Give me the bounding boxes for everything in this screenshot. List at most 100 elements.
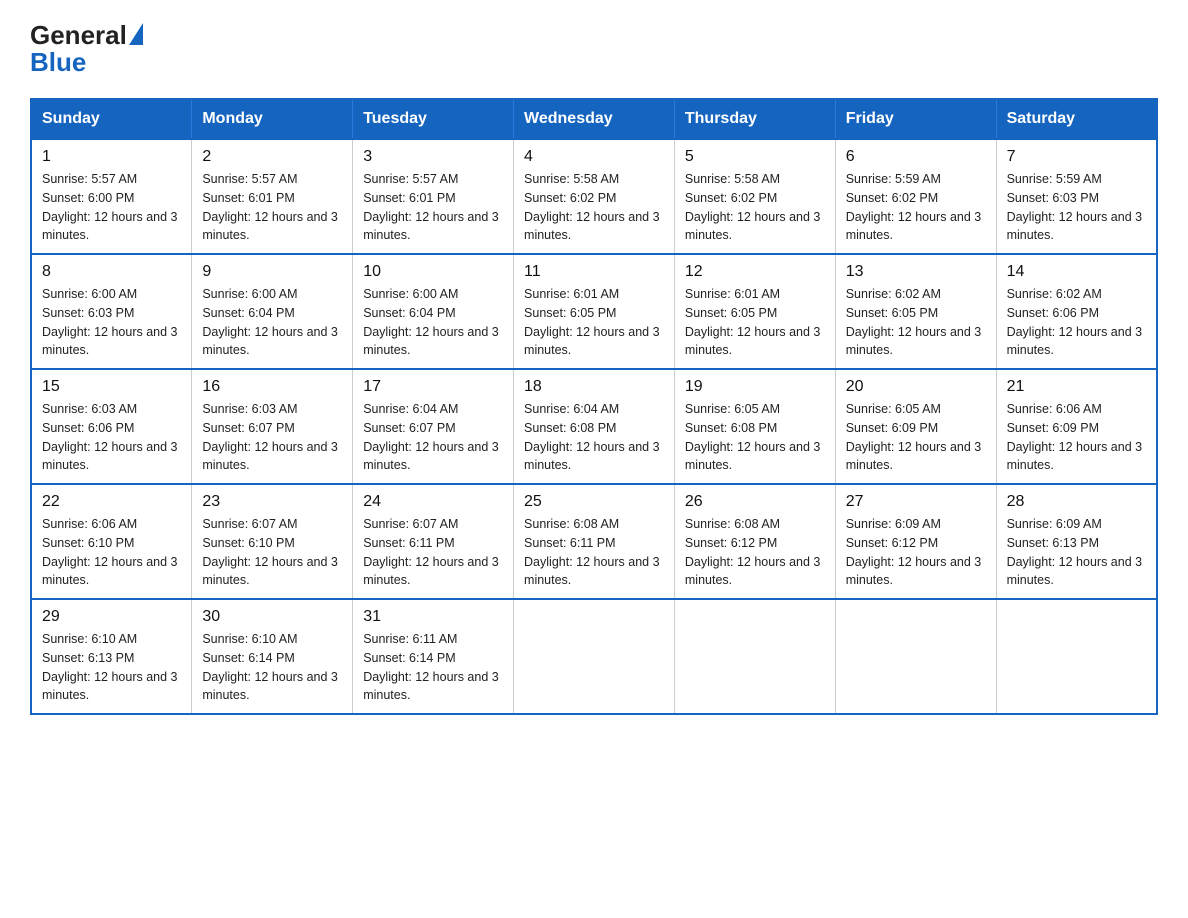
calendar-cell: 5 Sunrise: 5:58 AM Sunset: 6:02 PM Dayli… bbox=[674, 139, 835, 254]
calendar-cell: 6 Sunrise: 5:59 AM Sunset: 6:02 PM Dayli… bbox=[835, 139, 996, 254]
col-sunday: Sunday bbox=[31, 99, 192, 139]
calendar-cell: 1 Sunrise: 5:57 AM Sunset: 6:00 PM Dayli… bbox=[31, 139, 192, 254]
calendar-cell: 26 Sunrise: 6:08 AM Sunset: 6:12 PM Dayl… bbox=[674, 484, 835, 599]
page-header: General Blue bbox=[30, 20, 1158, 78]
calendar-cell: 17 Sunrise: 6:04 AM Sunset: 6:07 PM Dayl… bbox=[353, 369, 514, 484]
day-number: 18 bbox=[524, 378, 664, 396]
calendar-cell: 21 Sunrise: 6:06 AM Sunset: 6:09 PM Dayl… bbox=[996, 369, 1157, 484]
col-saturday: Saturday bbox=[996, 99, 1157, 139]
day-number: 28 bbox=[1007, 493, 1146, 511]
calendar-cell: 2 Sunrise: 5:57 AM Sunset: 6:01 PM Dayli… bbox=[192, 139, 353, 254]
calendar-cell: 31 Sunrise: 6:11 AM Sunset: 6:14 PM Dayl… bbox=[353, 599, 514, 714]
day-info: Sunrise: 6:00 AM Sunset: 6:04 PM Dayligh… bbox=[363, 285, 503, 360]
day-info: Sunrise: 6:00 AM Sunset: 6:03 PM Dayligh… bbox=[42, 285, 181, 360]
calendar-cell bbox=[835, 599, 996, 714]
calendar-cell: 30 Sunrise: 6:10 AM Sunset: 6:14 PM Dayl… bbox=[192, 599, 353, 714]
calendar-cell: 12 Sunrise: 6:01 AM Sunset: 6:05 PM Dayl… bbox=[674, 254, 835, 369]
calendar-week-row: 22 Sunrise: 6:06 AM Sunset: 6:10 PM Dayl… bbox=[31, 484, 1157, 599]
calendar-cell bbox=[674, 599, 835, 714]
day-number: 13 bbox=[846, 263, 986, 281]
day-info: Sunrise: 6:06 AM Sunset: 6:10 PM Dayligh… bbox=[42, 515, 181, 590]
day-number: 26 bbox=[685, 493, 825, 511]
logo-triangle-icon bbox=[129, 23, 143, 45]
day-number: 15 bbox=[42, 378, 181, 396]
day-info: Sunrise: 6:00 AM Sunset: 6:04 PM Dayligh… bbox=[202, 285, 342, 360]
calendar-cell: 24 Sunrise: 6:07 AM Sunset: 6:11 PM Dayl… bbox=[353, 484, 514, 599]
day-info: Sunrise: 6:02 AM Sunset: 6:06 PM Dayligh… bbox=[1007, 285, 1146, 360]
calendar-cell: 13 Sunrise: 6:02 AM Sunset: 6:05 PM Dayl… bbox=[835, 254, 996, 369]
day-info: Sunrise: 6:04 AM Sunset: 6:08 PM Dayligh… bbox=[524, 400, 664, 475]
calendar-week-row: 1 Sunrise: 5:57 AM Sunset: 6:00 PM Dayli… bbox=[31, 139, 1157, 254]
calendar-cell: 11 Sunrise: 6:01 AM Sunset: 6:05 PM Dayl… bbox=[514, 254, 675, 369]
day-number: 16 bbox=[202, 378, 342, 396]
calendar-cell: 3 Sunrise: 5:57 AM Sunset: 6:01 PM Dayli… bbox=[353, 139, 514, 254]
day-info: Sunrise: 6:03 AM Sunset: 6:07 PM Dayligh… bbox=[202, 400, 342, 475]
calendar-cell: 15 Sunrise: 6:03 AM Sunset: 6:06 PM Dayl… bbox=[31, 369, 192, 484]
day-info: Sunrise: 5:58 AM Sunset: 6:02 PM Dayligh… bbox=[685, 170, 825, 245]
col-wednesday: Wednesday bbox=[514, 99, 675, 139]
day-number: 10 bbox=[363, 263, 503, 281]
day-info: Sunrise: 6:09 AM Sunset: 6:12 PM Dayligh… bbox=[846, 515, 986, 590]
day-number: 9 bbox=[202, 263, 342, 281]
calendar-cell: 9 Sunrise: 6:00 AM Sunset: 6:04 PM Dayli… bbox=[192, 254, 353, 369]
calendar-cell: 7 Sunrise: 5:59 AM Sunset: 6:03 PM Dayli… bbox=[996, 139, 1157, 254]
day-info: Sunrise: 5:57 AM Sunset: 6:01 PM Dayligh… bbox=[363, 170, 503, 245]
day-info: Sunrise: 6:08 AM Sunset: 6:12 PM Dayligh… bbox=[685, 515, 825, 590]
col-thursday: Thursday bbox=[674, 99, 835, 139]
day-info: Sunrise: 6:02 AM Sunset: 6:05 PM Dayligh… bbox=[846, 285, 986, 360]
calendar-cell: 22 Sunrise: 6:06 AM Sunset: 6:10 PM Dayl… bbox=[31, 484, 192, 599]
calendar-cell: 20 Sunrise: 6:05 AM Sunset: 6:09 PM Dayl… bbox=[835, 369, 996, 484]
col-friday: Friday bbox=[835, 99, 996, 139]
calendar-cell: 16 Sunrise: 6:03 AM Sunset: 6:07 PM Dayl… bbox=[192, 369, 353, 484]
day-number: 8 bbox=[42, 263, 181, 281]
calendar-cell: 18 Sunrise: 6:04 AM Sunset: 6:08 PM Dayl… bbox=[514, 369, 675, 484]
day-number: 17 bbox=[363, 378, 503, 396]
day-info: Sunrise: 6:10 AM Sunset: 6:13 PM Dayligh… bbox=[42, 630, 181, 705]
day-number: 4 bbox=[524, 148, 664, 166]
day-number: 1 bbox=[42, 148, 181, 166]
calendar-cell: 8 Sunrise: 6:00 AM Sunset: 6:03 PM Dayli… bbox=[31, 254, 192, 369]
day-number: 6 bbox=[846, 148, 986, 166]
day-number: 20 bbox=[846, 378, 986, 396]
day-info: Sunrise: 6:09 AM Sunset: 6:13 PM Dayligh… bbox=[1007, 515, 1146, 590]
day-number: 2 bbox=[202, 148, 342, 166]
day-info: Sunrise: 6:07 AM Sunset: 6:10 PM Dayligh… bbox=[202, 515, 342, 590]
calendar-cell: 10 Sunrise: 6:00 AM Sunset: 6:04 PM Dayl… bbox=[353, 254, 514, 369]
calendar-cell: 4 Sunrise: 5:58 AM Sunset: 6:02 PM Dayli… bbox=[514, 139, 675, 254]
day-info: Sunrise: 6:04 AM Sunset: 6:07 PM Dayligh… bbox=[363, 400, 503, 475]
calendar-cell: 23 Sunrise: 6:07 AM Sunset: 6:10 PM Dayl… bbox=[192, 484, 353, 599]
calendar-cell bbox=[514, 599, 675, 714]
logo-blue: Blue bbox=[30, 47, 86, 78]
calendar-cell: 19 Sunrise: 6:05 AM Sunset: 6:08 PM Dayl… bbox=[674, 369, 835, 484]
day-number: 5 bbox=[685, 148, 825, 166]
col-monday: Monday bbox=[192, 99, 353, 139]
day-info: Sunrise: 5:59 AM Sunset: 6:02 PM Dayligh… bbox=[846, 170, 986, 245]
day-info: Sunrise: 6:10 AM Sunset: 6:14 PM Dayligh… bbox=[202, 630, 342, 705]
calendar-table: Sunday Monday Tuesday Wednesday Thursday… bbox=[30, 98, 1158, 715]
day-info: Sunrise: 6:11 AM Sunset: 6:14 PM Dayligh… bbox=[363, 630, 503, 705]
day-info: Sunrise: 6:05 AM Sunset: 6:09 PM Dayligh… bbox=[846, 400, 986, 475]
day-number: 21 bbox=[1007, 378, 1146, 396]
day-info: Sunrise: 5:57 AM Sunset: 6:00 PM Dayligh… bbox=[42, 170, 181, 245]
day-number: 27 bbox=[846, 493, 986, 511]
calendar-cell: 27 Sunrise: 6:09 AM Sunset: 6:12 PM Dayl… bbox=[835, 484, 996, 599]
day-number: 29 bbox=[42, 608, 181, 626]
day-info: Sunrise: 6:01 AM Sunset: 6:05 PM Dayligh… bbox=[685, 285, 825, 360]
day-number: 3 bbox=[363, 148, 503, 166]
day-number: 14 bbox=[1007, 263, 1146, 281]
day-number: 11 bbox=[524, 263, 664, 281]
day-number: 24 bbox=[363, 493, 503, 511]
day-info: Sunrise: 6:07 AM Sunset: 6:11 PM Dayligh… bbox=[363, 515, 503, 590]
day-number: 30 bbox=[202, 608, 342, 626]
day-number: 23 bbox=[202, 493, 342, 511]
day-number: 31 bbox=[363, 608, 503, 626]
day-info: Sunrise: 5:59 AM Sunset: 6:03 PM Dayligh… bbox=[1007, 170, 1146, 245]
calendar-cell: 14 Sunrise: 6:02 AM Sunset: 6:06 PM Dayl… bbox=[996, 254, 1157, 369]
day-info: Sunrise: 5:58 AM Sunset: 6:02 PM Dayligh… bbox=[524, 170, 664, 245]
calendar-cell: 29 Sunrise: 6:10 AM Sunset: 6:13 PM Dayl… bbox=[31, 599, 192, 714]
calendar-week-row: 15 Sunrise: 6:03 AM Sunset: 6:06 PM Dayl… bbox=[31, 369, 1157, 484]
calendar-week-row: 8 Sunrise: 6:00 AM Sunset: 6:03 PM Dayli… bbox=[31, 254, 1157, 369]
day-info: Sunrise: 6:05 AM Sunset: 6:08 PM Dayligh… bbox=[685, 400, 825, 475]
calendar-header-row: Sunday Monday Tuesday Wednesday Thursday… bbox=[31, 99, 1157, 139]
day-number: 25 bbox=[524, 493, 664, 511]
